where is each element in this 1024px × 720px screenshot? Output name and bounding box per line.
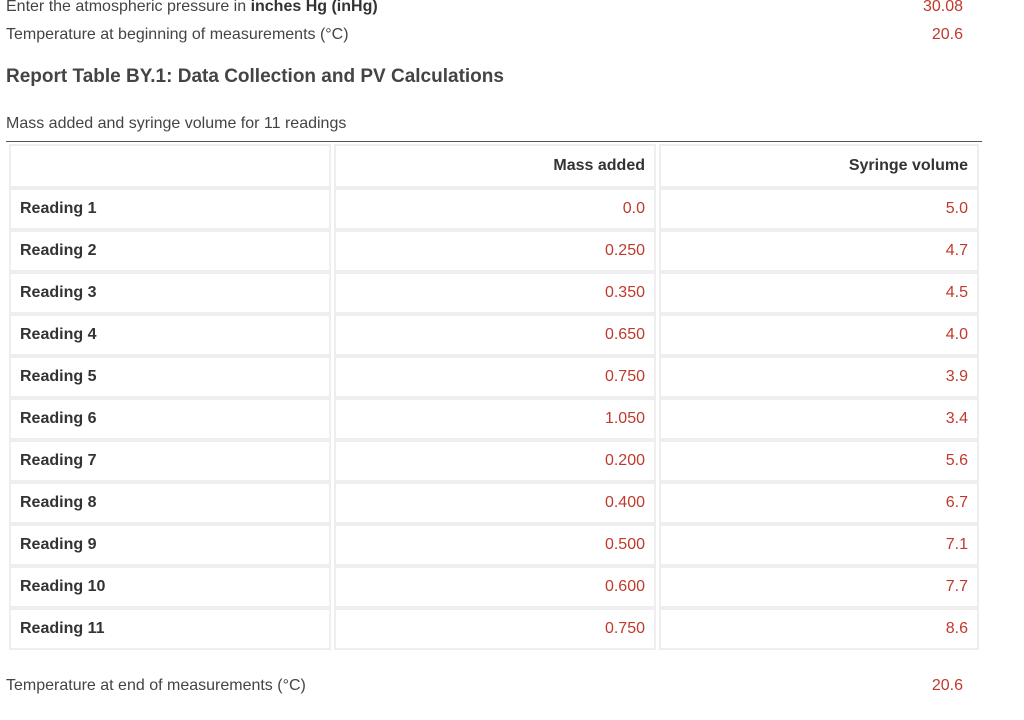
mass-added-cell[interactable]: 0.600 <box>334 566 656 608</box>
mass-added-cell[interactable]: 0.750 <box>334 356 656 398</box>
table-row: Reading 11 0.750 8.6 <box>9 608 979 650</box>
row-label: Reading 1 <box>9 188 331 230</box>
pressure-label-text: Enter the atmospheric pressure in <box>6 0 251 15</box>
syringe-volume-cell[interactable]: 7.1 <box>659 524 979 566</box>
temp-start-row: Temperature at beginning of measurements… <box>6 23 1024 47</box>
row-label: Reading 9 <box>9 524 331 566</box>
mass-added-cell[interactable]: 0.650 <box>334 314 656 356</box>
mass-added-cell[interactable]: 0.0 <box>334 188 656 230</box>
row-label: Reading 6 <box>9 398 331 440</box>
pressure-unit-label: inches Hg (inHg) <box>250 0 378 15</box>
row-label: Reading 3 <box>9 272 331 314</box>
syringe-volume-cell[interactable]: 4.5 <box>659 272 979 314</box>
row-label: Reading 7 <box>9 440 331 482</box>
mass-added-cell[interactable]: 0.500 <box>334 524 656 566</box>
row-label: Reading 4 <box>9 314 331 356</box>
row-label: Reading 11 <box>9 608 331 650</box>
report-title: Report Table BY.1: Data Collection and P… <box>6 66 504 87</box>
pressure-input[interactable] <box>841 0 1024 17</box>
table-row: Reading 1 0.0 5.0 <box>9 188 979 230</box>
row-label: Reading 10 <box>9 566 331 608</box>
table-row: Reading 5 0.750 3.9 <box>9 356 979 398</box>
temp-end-row: Temperature at end of measurements (°C) <box>6 674 1024 698</box>
pressure-row: Enter the atmospheric pressure in inches… <box>6 0 1024 19</box>
table-row: Reading 2 0.250 4.7 <box>9 230 979 272</box>
temp-end-input[interactable] <box>841 676 1024 696</box>
syringe-volume-cell[interactable]: 8.6 <box>659 608 979 650</box>
mass-added-cell[interactable]: 0.200 <box>334 440 656 482</box>
table-row: Reading 4 0.650 4.0 <box>9 314 979 356</box>
syringe-volume-cell[interactable]: 4.7 <box>659 230 979 272</box>
temp-end-label: Temperature at end of measurements (°C) <box>6 677 306 694</box>
mass-added-cell[interactable]: 0.350 <box>334 272 656 314</box>
syringe-volume-cell[interactable]: 5.0 <box>659 188 979 230</box>
temp-start-input[interactable] <box>841 25 1024 45</box>
table-row: Reading 6 1.050 3.4 <box>9 398 979 440</box>
row-label: Reading 8 <box>9 482 331 524</box>
syringe-volume-cell[interactable]: 4.0 <box>659 314 979 356</box>
temp-start-label: Temperature at beginning of measurements… <box>6 26 349 43</box>
syringe-volume-cell[interactable]: 5.6 <box>659 440 979 482</box>
syringe-volume-cell[interactable]: 3.4 <box>659 398 979 440</box>
mass-added-cell[interactable]: 1.050 <box>334 398 656 440</box>
header-syringe-volume: Syringe volume <box>659 144 979 188</box>
table-header-row: Mass added Syringe volume <box>9 144 979 188</box>
syringe-volume-cell[interactable]: 7.7 <box>659 566 979 608</box>
table-body: Reading 1 0.0 5.0 Reading 2 0.250 4.7 Reading … <box>9 188 979 650</box>
header-blank <box>9 144 331 188</box>
caption-divider <box>6 141 982 142</box>
syringe-volume-cell[interactable]: 6.7 <box>659 482 979 524</box>
row-label: Reading 5 <box>9 356 331 398</box>
table-row: Reading 9 0.500 7.1 <box>9 524 979 566</box>
header-mass-added: Mass added <box>334 144 656 188</box>
mass-added-cell[interactable]: 0.750 <box>334 608 656 650</box>
table-row: Reading 7 0.200 5.6 <box>9 440 979 482</box>
table-caption: Mass added and syringe volume for 11 rea… <box>6 115 347 132</box>
table-row: Reading 3 0.350 4.5 <box>9 272 979 314</box>
syringe-volume-cell[interactable]: 3.9 <box>659 356 979 398</box>
data-table: Mass added Syringe volume Reading 1 0.0 5.… <box>6 144 982 650</box>
table-row: Reading 8 0.400 6.7 <box>9 482 979 524</box>
pressure-label: Enter the atmospheric pressure in inches… <box>6 0 841 16</box>
table-row: Reading 10 0.600 7.7 <box>9 566 979 608</box>
mass-added-cell[interactable]: 0.400 <box>334 482 656 524</box>
mass-added-cell[interactable]: 0.250 <box>334 230 656 272</box>
row-label: Reading 2 <box>9 230 331 272</box>
